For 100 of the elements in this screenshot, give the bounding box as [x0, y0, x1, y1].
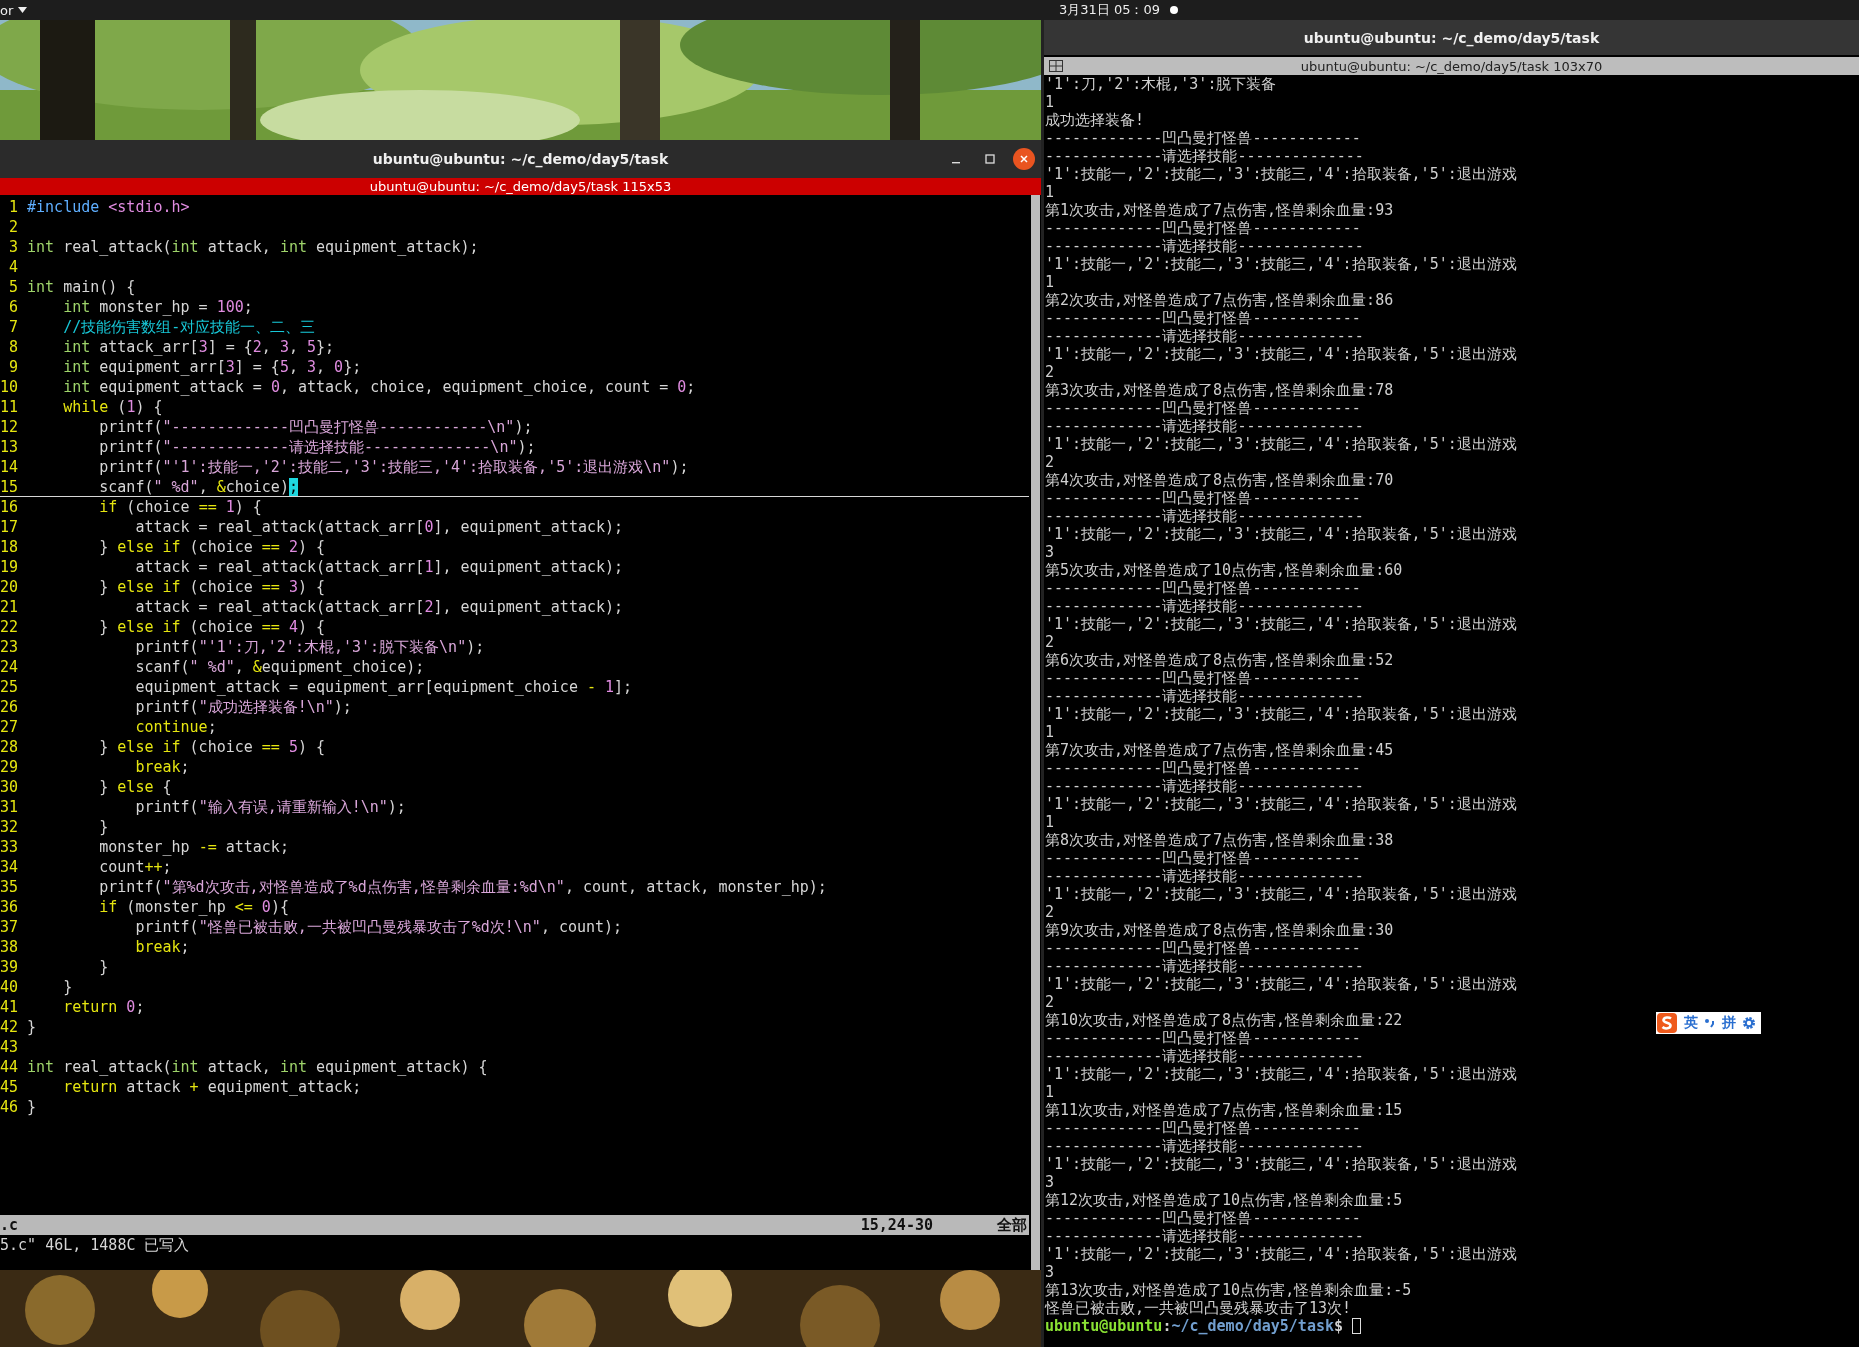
terminal-line: '1':技能一,'2':技能二,'3':技能三,'4':拾取装备,'5':退出游戏	[1045, 615, 1517, 633]
terminal-line: '1':技能一,'2':技能二,'3':技能三,'4':拾取装备,'5':退出游戏	[1045, 975, 1517, 993]
terminal-line: 2	[1045, 453, 1055, 471]
logo-icon[interactable]	[1656, 1012, 1678, 1034]
cursor-position: 15,24-30	[860, 1215, 933, 1235]
terminal-line: 1	[1045, 1083, 1055, 1101]
shell-prompt: ubuntu@ubuntu:~/c_demo/day5/task$	[1045, 1317, 1344, 1335]
code-line: 4	[7, 257, 19, 277]
code-line: 8 int attack_arr[3] = {2, 3, 5};	[7, 337, 336, 357]
terminal-line: -------------凹凸曼打怪兽------------	[1045, 489, 1361, 507]
code-line: 1 #include <stdio.h>	[7, 197, 191, 217]
terminal-line: '1':技能一,'2':技能二,'3':技能三,'4':拾取装备,'5':退出游戏	[1045, 705, 1517, 723]
code-line: 11 while (1) {	[0, 397, 164, 417]
terminal-line: 1	[1045, 723, 1055, 741]
terminal-line: 1	[1045, 93, 1055, 111]
code-line: 38 break;	[0, 937, 191, 957]
terminal-line: -------------请选择技能--------------	[1045, 867, 1364, 885]
terminal-line: 2	[1045, 633, 1055, 651]
terminal-line: 第12次攻击,对怪兽造成了10点伤害,怪兽剩余血量:5	[1045, 1191, 1403, 1209]
terminal-line: '1':刀,'2':木棍,'3':脱下装备	[1045, 75, 1277, 93]
terminal-line: -------------请选择技能--------------	[1045, 417, 1364, 435]
close-icon	[1019, 154, 1029, 164]
terminal-line: 第3次攻击,对怪兽造成了8点伤害,怪兽剩余血量:78	[1045, 381, 1394, 399]
code-line: 40 }	[0, 977, 74, 997]
terminal-line: 3	[1045, 543, 1055, 561]
close-button[interactable]	[1013, 148, 1035, 170]
code-line: 20 } else if (choice == 3) {	[0, 577, 327, 597]
terminal-line: -------------请选择技能--------------	[1045, 327, 1364, 345]
code-line: 6 int monster_hp = 100;	[7, 297, 254, 317]
code-line: 16 if (choice == 1) {	[0, 497, 263, 517]
input-mode-toggle[interactable]: 拼	[1722, 1014, 1736, 1032]
code-line: 34 count++;	[0, 857, 173, 877]
terminal-line: 第9次攻击,对怪兽造成了8点伤害,怪兽剩余血量:30	[1045, 921, 1394, 939]
terminal-line: 1	[1045, 813, 1055, 831]
terminal-line: '1':技能一,'2':技能二,'3':技能三,'4':拾取装备,'5':退出游戏	[1045, 795, 1517, 813]
code-line: 41 return 0;	[0, 997, 146, 1017]
terminal-line: 第5次攻击,对怪兽造成了10点伤害,怪兽剩余血量:60	[1045, 561, 1403, 579]
code-line: 15 scanf(" %d", &choice);	[0, 477, 1029, 497]
message-line: 5.c" 46L, 1488C 已写入	[0, 1235, 191, 1255]
terminal-line: 第10次攻击,对怪兽造成了8点伤害,怪兽剩余血量:22	[1045, 1011, 1403, 1029]
language-toggle[interactable]: 英	[1684, 1014, 1698, 1032]
code-line: 19 attack = real_attack(attack_arr[1], equipment_attack);	[0, 557, 625, 577]
terminal-line: -------------凹凸曼打怪兽------------	[1045, 309, 1361, 327]
grid-icon[interactable]	[1049, 60, 1063, 72]
terminal-line: 第13次攻击,对怪兽造成了10点伤害,怪兽剩余血量:-5	[1045, 1281, 1412, 1299]
terminal-line: '1':技能一,'2':技能二,'3':技能三,'4':拾取装备,'5':退出游戏	[1045, 255, 1517, 273]
terminal-line: -------------请选择技能--------------	[1045, 687, 1364, 705]
terminal-line: 第2次攻击,对怪兽造成了7点伤害,怪兽剩余血量:86	[1045, 291, 1394, 309]
code-line: 37 printf("怪兽已被击败,一共被凹凸曼残暴攻击了%d次!\n", count);	[0, 917, 624, 937]
terminal-line: '1':技能一,'2':技能二,'3':技能三,'4':拾取装备,'5':退出游戏	[1045, 525, 1517, 543]
maximize-icon	[985, 154, 995, 164]
terminal-line: -------------凹凸曼打怪兽------------	[1045, 399, 1361, 417]
code-line: 9 int equipment_arr[3] = {5, 3, 0};	[7, 357, 363, 377]
terminal-line: -------------请选择技能--------------	[1045, 507, 1364, 525]
terminal-line: '1':技能一,'2':技能二,'3':技能三,'4':拾取装备,'5':退出游戏	[1045, 435, 1517, 453]
terminal-line: -------------请选择技能--------------	[1045, 1227, 1364, 1245]
scroll-position: 全部	[997, 1215, 1027, 1235]
code-line: 35 printf("第%d次攻击,对怪兽造成了%d点伤害,怪兽剩余血量:%d\n", count, attack, monster_hp);	[0, 877, 828, 897]
code-line: 2	[7, 217, 19, 237]
terminal-line: -------------凹凸曼打怪兽------------	[1045, 1209, 1361, 1227]
terminal-line: '1':技能一,'2':技能二,'3':技能三,'4':拾取装备,'5':退出游戏	[1045, 345, 1517, 363]
code-line: 14 printf("'1':技能一,'2':技能二,'3':技能三,'4':拾取装备,'5':退出游戏\n");	[0, 457, 690, 477]
terminal-line: 1	[1045, 183, 1055, 201]
settings-icon[interactable]	[1742, 1016, 1756, 1030]
minimize-icon	[952, 162, 960, 164]
window-title: ubuntu@ubuntu: ~/c_demo/day5/task	[1303, 29, 1600, 46]
code-line: 46 }	[0, 1097, 38, 1117]
terminal-line: '1':技能一,'2':技能二,'3':技能三,'4':拾取装备,'5':退出游戏	[1045, 165, 1517, 183]
terminal-line: -------------请选择技能--------------	[1045, 957, 1364, 975]
terminal-line: -------------凹凸曼打怪兽------------	[1045, 759, 1361, 777]
terminal-line: 3	[1045, 1173, 1055, 1191]
punctuation-icon[interactable]	[1704, 1016, 1716, 1030]
notification-dot-icon	[1170, 6, 1178, 14]
terminal-line: -------------请选择技能--------------	[1045, 237, 1364, 255]
terminal-line: 2	[1045, 993, 1055, 1011]
terminal-line: 3	[1045, 1263, 1055, 1281]
terminal-line: 第6次攻击,对怪兽造成了8点伤害,怪兽剩余血量:52	[1045, 651, 1394, 669]
caret-icon	[18, 7, 28, 13]
code-line: 12 printf("-------------凹凸曼打怪兽------------\n");	[0, 417, 534, 437]
code-line: 33 monster_hp -= attack;	[0, 837, 290, 857]
code-line: 3 int real_attack(int attack, int equipment_attack);	[7, 237, 480, 257]
terminal-line: -------------凹凸曼打怪兽------------	[1045, 1029, 1361, 1047]
code-line: 21 attack = real_attack(attack_arr[2], equipment_attack);	[0, 597, 625, 617]
terminal-line: -------------请选择技能--------------	[1045, 777, 1364, 795]
terminal-line: -------------凹凸曼打怪兽------------	[1045, 219, 1361, 237]
scrollbar[interactable]	[1031, 195, 1040, 1270]
code-line: 39 }	[0, 957, 110, 977]
terminal-line: -------------凹凸曼打怪兽------------	[1045, 1119, 1361, 1137]
code-line: 42 }	[0, 1017, 38, 1037]
terminal-line: 1	[1045, 273, 1055, 291]
code-line: 25 equipment_attack = equipment_arr[equipment_choice - 1];	[0, 677, 634, 697]
terminal-line: 第8次攻击,对怪兽造成了7点伤害,怪兽剩余血量:38	[1045, 831, 1394, 849]
clock[interactable]: 3月31日 05：09	[1058, 1, 1160, 19]
code-line: 27 continue;	[0, 717, 218, 737]
app-menu[interactable]: or	[0, 2, 14, 18]
code-line: 5 int main() {	[7, 277, 137, 297]
code-line: 30 } else {	[0, 777, 173, 797]
window-title: ubuntu@ubuntu: ~/c_demo/day5/task	[372, 151, 669, 167]
code-line: 44 int real_attack(int attack, int equipment_attack) {	[0, 1057, 489, 1077]
terminal-line: 2	[1045, 363, 1055, 381]
